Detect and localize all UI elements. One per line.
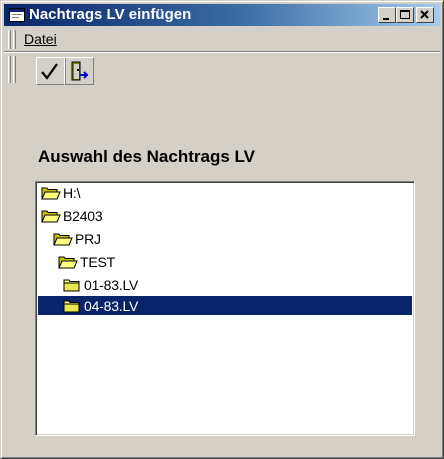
confirm-button[interactable] bbox=[36, 57, 66, 85]
maximize-button[interactable] bbox=[396, 7, 414, 23]
app-window-icon bbox=[9, 8, 25, 22]
tree-item-prj[interactable]: PRJ bbox=[53, 230, 103, 248]
tree-item-label: 01-83.LV bbox=[84, 277, 139, 293]
menu-item-datei[interactable]: Datei bbox=[24, 31, 57, 48]
open-folder-icon bbox=[58, 256, 78, 269]
closed-folder-icon bbox=[63, 300, 80, 313]
tree-item-root[interactable]: H:\ bbox=[41, 184, 82, 202]
tree-item-b2403[interactable]: B2403 bbox=[41, 207, 104, 225]
menu-grip[interactable] bbox=[8, 30, 11, 49]
tree-item-01-83[interactable]: 01-83.LV bbox=[62, 276, 140, 294]
exit-door-icon bbox=[71, 61, 89, 81]
selection-heading: Auswahl des Nachtrags LV bbox=[38, 147, 255, 166]
closed-folder-icon bbox=[63, 279, 80, 292]
open-folder-icon bbox=[41, 187, 61, 200]
toolbar-grip-2[interactable] bbox=[13, 56, 16, 83]
menu-grip-2[interactable] bbox=[13, 30, 16, 49]
dialog-window: Nachtrags LV einfügen Datei Auswahl des … bbox=[0, 0, 444, 459]
open-folder-icon bbox=[53, 233, 73, 246]
close-button[interactable] bbox=[416, 7, 434, 23]
menu-bar: Datei bbox=[4, 28, 440, 52]
tree-item-label: PRJ bbox=[75, 231, 101, 247]
exit-button[interactable] bbox=[64, 57, 94, 85]
open-folder-icon bbox=[41, 210, 61, 223]
check-icon bbox=[41, 63, 58, 80]
toolbar-grip[interactable] bbox=[8, 56, 11, 83]
tree-item-test[interactable]: TEST bbox=[58, 253, 117, 271]
minimize-icon bbox=[383, 18, 389, 20]
title-bar[interactable]: Nachtrags LV einfügen bbox=[4, 4, 440, 26]
tree-item-label: B2403 bbox=[63, 208, 103, 224]
tree-item-04-83[interactable]: 04-83.LV bbox=[62, 297, 140, 315]
folder-tree[interactable]: H:\ B2403 PRJ TEST 01-83.LV 04-83.LV bbox=[35, 181, 415, 436]
minimize-button[interactable] bbox=[378, 7, 396, 23]
tree-item-label: TEST bbox=[80, 254, 115, 270]
toolbar bbox=[4, 53, 440, 87]
window-title: Nachtrags LV einfügen bbox=[29, 6, 192, 23]
maximize-icon bbox=[400, 10, 410, 19]
tree-item-label: H:\ bbox=[63, 185, 81, 201]
close-icon bbox=[420, 10, 429, 19]
tree-item-label: 04-83.LV bbox=[84, 298, 139, 314]
